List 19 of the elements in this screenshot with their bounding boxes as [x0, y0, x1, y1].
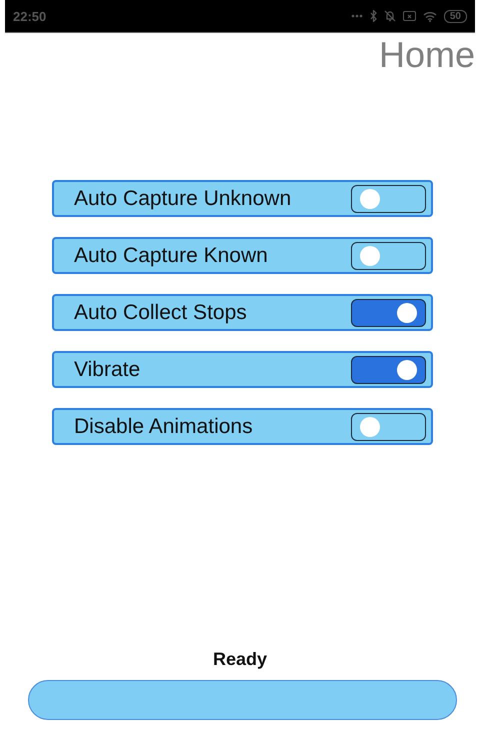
card-icon — [402, 11, 416, 21]
toggle-switch[interactable] — [351, 242, 426, 270]
setting-label: Vibrate — [74, 358, 140, 382]
toggle-switch[interactable] — [351, 298, 426, 326]
wifi-icon — [422, 10, 437, 22]
bell-off-icon — [384, 10, 396, 22]
setting-label: Auto Collect Stops — [74, 300, 247, 324]
setting-label: Disable Animations — [74, 414, 253, 438]
setting-label: Auto Capture Unknown — [74, 186, 292, 210]
battery-icon: 50 — [444, 10, 467, 22]
status-text: Ready — [212, 649, 268, 670]
toggle-switch[interactable] — [351, 356, 426, 384]
more-icon — [350, 14, 363, 18]
bluetooth-icon — [370, 10, 377, 22]
setting-label: Auto Capture Known — [74, 244, 268, 268]
toggle-switch[interactable] — [351, 412, 426, 440]
toggle-switch[interactable] — [351, 184, 426, 212]
page-title: Home — [378, 35, 475, 75]
status-time: 22:50 — [13, 8, 46, 24]
